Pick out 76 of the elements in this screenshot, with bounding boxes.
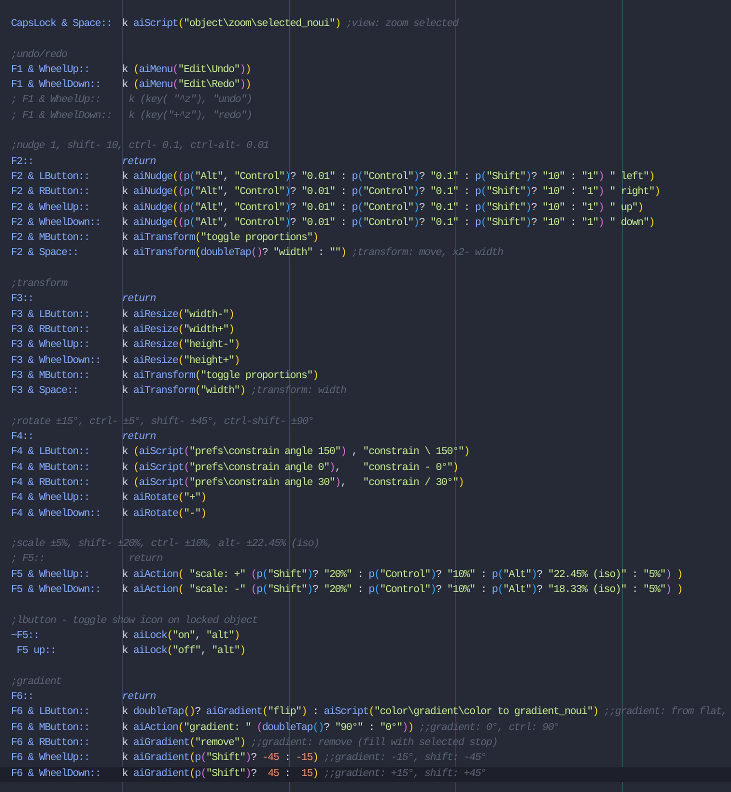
hotkey-label: ~F5::	[11, 628, 40, 644]
code-line: k doubleTap()? aiGradient("flip") : aiScript("color\gradient\color to gradient_noui") ;;gradient: from flat,	[122, 705, 728, 720]
code-line: k aiTransform("toggle proportions")	[122, 231, 320, 246]
comment-line: ;scale ±5%, shift- ±20%, ctrl- ±10%, alt- ±22.45% (iso)	[11, 537, 320, 552]
code-line: k aiNudge((p("Alt", "Control")? "0.01" : p("Control")? "0.1" : p("Shift")? "10" : "1") " up")	[122, 200, 644, 216]
hotkey-label: F5 & WheelUp::	[11, 568, 90, 583]
hotkey-label: F6 & WheelUp::	[11, 751, 90, 766]
code-line: return	[122, 292, 157, 308]
code-line: k aiResize("width+")	[122, 322, 236, 338]
code-line: k aiAction( "scale: -" (p("Shift")? "20%" : p("Control")? "10%" : p("Alt")? "18.33% (iso)" : "5%") )	[122, 582, 684, 598]
hotkey-label: CapsLock & Space::	[11, 17, 113, 32]
hotkey-label: F3 & WheelUp::	[11, 338, 90, 354]
code-line: k (aiScript("prefs\constrain angle 150") , "constrain \ 150°")	[122, 445, 470, 460]
comment-line: ; F1 & WheelUp:: k (key( "^z"), "undo")	[11, 93, 253, 108]
code-line: k aiNudge((p("Alt", "Control")? "0.01" : p("Control")? "0.1" : p("Shift")? "10" : "1") " right")	[122, 185, 661, 200]
code-line: return	[122, 690, 157, 706]
comment-line: ;lbutton - toggle show icon on locked object	[11, 614, 258, 629]
code-line: k aiLock("on", "alt")	[122, 628, 241, 644]
code-line: k aiResize("height+")	[122, 354, 241, 369]
hotkey-label: F3 & Space::	[11, 384, 80, 400]
hotkey-label: F6 & MButton::	[11, 720, 90, 736]
code-line: k aiTransform("width") ;transform: width	[122, 384, 348, 400]
comment-line: ;undo/redo	[11, 48, 68, 63]
hotkey-label: F2 & LButton::	[11, 170, 90, 185]
code-line: k aiGradient(p("Shift")? -45 : -15) ;;gradient: -15°, shift: -45°	[122, 751, 488, 766]
comment-line: ;nudge 1, shift- 10, ctrl- 0.1, ctrl-alt- 0.01	[11, 139, 270, 154]
hotkey-label: F3::	[11, 292, 34, 308]
hotkey-label: F3 & LButton::	[11, 308, 90, 323]
comment-line: ;rotate ±15°, ctrl- ±5°, shift- ±45°, ctrl-shift- ±90°	[11, 414, 314, 430]
hotkey-label: F2 & Space::	[11, 246, 80, 262]
code-line: k aiAction( "scale: +" (p("Shift")? "20%" : p("Control")? "10%" : p("Alt")? "22.45% (iso)" : "5%") )	[122, 568, 684, 583]
hotkey-label: F4 & WheelDown::	[11, 506, 102, 522]
hotkey-label: F4 & RButton::	[11, 476, 90, 491]
code-line: k (aiMenu("Edit\Redo"))	[122, 78, 252, 94]
hotkey-label: F1 & WheelUp::	[11, 62, 90, 78]
hotkey-label: F6 & LButton::	[11, 705, 90, 720]
hotkey-label: F6::	[11, 690, 34, 706]
hotkey-label: F4 & MButton::	[11, 460, 90, 476]
code-line: k aiResize("height-")	[122, 338, 241, 354]
comment-line: ; F1 & WheelDown:: k (key("+^z"), "redo")	[11, 108, 253, 124]
hotkey-label: F2::	[11, 154, 34, 170]
hotkey-label: F3 & MButton::	[11, 368, 90, 384]
code-line: return	[122, 430, 157, 446]
hotkey-label: F1 & WheelDown::	[11, 78, 102, 94]
code-line: k (aiScript("prefs\constrain angle 0"), "constrain - 0°")	[122, 460, 460, 476]
code-line: k aiNudge((p("Alt", "Control")? "0.01" : p("Control")? "0.1" : p("Shift")? "10" : "1") " left")	[122, 170, 656, 185]
hotkey-label: F4::	[11, 430, 34, 446]
hotkey-label: F2 & RButton::	[11, 185, 90, 200]
code-line: k aiRotate("-")	[122, 506, 208, 522]
hotkey-label: F3 & WheelDown::	[11, 354, 102, 369]
code-line: k (aiMenu("Edit\Undo"))	[122, 62, 252, 78]
code-line: k aiTransform("toggle proportions")	[122, 368, 320, 384]
code-line: return	[122, 154, 157, 170]
hotkey-label: F6 & WheelDown::	[11, 766, 102, 782]
code-line: k aiGradient(p("Shift")? 45 : 15) ;;gradient: +15°, shift: +45°	[122, 766, 488, 782]
hotkey-label: F5 up::	[16, 644, 57, 660]
hotkey-label: F2 & WheelDown::	[11, 216, 102, 231]
comment-line: ;gradient	[11, 674, 62, 690]
code-line: k aiResize("width-")	[122, 308, 236, 323]
code-line: k (aiScript("prefs\constrain angle 30"), "constrain / 30°")	[122, 476, 465, 491]
comment-line: ;transform	[11, 277, 68, 292]
hotkey-label: F2 & WheelUp::	[11, 200, 90, 216]
hotkey-label: F2 & MButton::	[11, 231, 90, 246]
code-line: k aiLock("off", "alt")	[122, 644, 246, 660]
code-line: k aiAction("gradient: " (doubleTap()? "90°" : "0°")) ;;gradient: 0°, ctrl: 90°	[122, 720, 560, 736]
code-line: k aiTransform(doubleTap()? "width" : "") ;transform: move, x2- width	[122, 246, 504, 262]
hotkey-label: F3 & RButton::	[11, 322, 90, 338]
code-line: k aiScript("object\zoom\selected_noui") ;view: zoom selected	[122, 17, 460, 32]
code-line: k aiNudge((p("Alt", "Control")? "0.01" : p("Control")? "0.1" : p("Shift")? "10" : "1") " down")	[122, 216, 656, 231]
comment-line: ; F5:: return	[11, 552, 164, 568]
hotkey-label: F5 & WheelDown::	[11, 582, 102, 598]
hotkey-label: F4 & WheelUp::	[11, 491, 90, 506]
code-line: k aiGradient("remove") ;;gradient: remove (fill with selected stop)	[122, 736, 498, 751]
hotkey-label: F6 & RButton::	[11, 736, 90, 751]
hotkey-label: F4 & LButton::	[11, 445, 90, 460]
code-line: k aiRotate("+")	[122, 491, 208, 506]
